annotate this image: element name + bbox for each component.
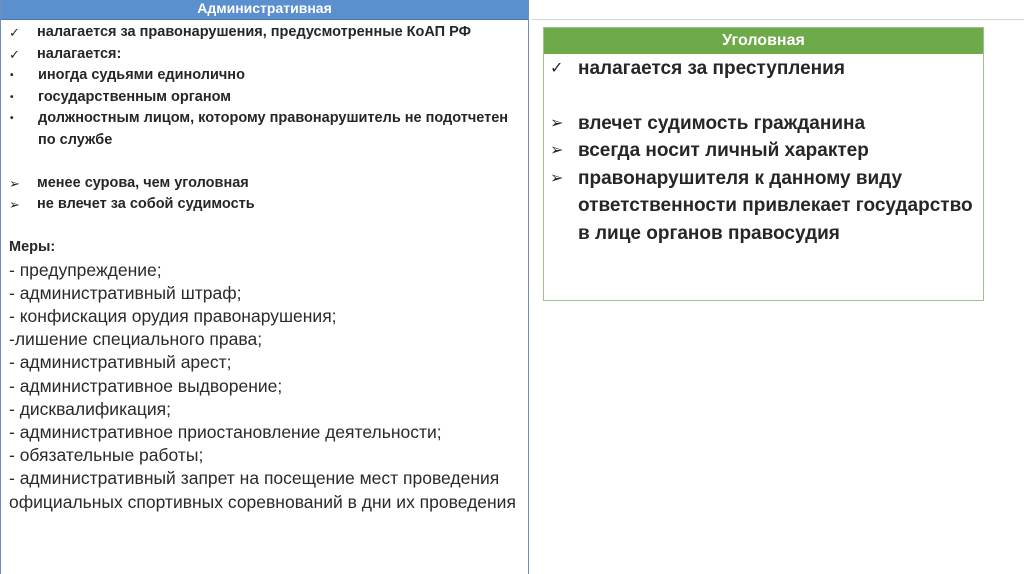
measure-item: - предупреждение; bbox=[9, 259, 162, 280]
dot-item-text: должностным лицом, которому правонарушит… bbox=[38, 110, 509, 148]
arrow-item-text: влечет судимость гражданина bbox=[578, 112, 866, 134]
check-item-text: налагается за правонарушения, предусмотр… bbox=[37, 24, 471, 40]
check-item-text: налагается за преступления bbox=[578, 58, 845, 79]
arrow-bullet-icon: ➢ bbox=[550, 142, 564, 159]
measure-item: - конфискация орудия правонарушения; bbox=[9, 305, 337, 326]
arrow-item-text: не влечет за собой судимость bbox=[37, 196, 255, 212]
checkmark-icon: ✓ bbox=[9, 25, 20, 40]
criminal-body: ✓ налагается за преступления ➢ влечет су… bbox=[544, 54, 983, 247]
arrow-item-personal: ➢ всегда носит личный характер bbox=[550, 137, 975, 165]
arrow-item-less-severe: ➢ менее сурова, чем уголовная bbox=[9, 173, 520, 195]
criminal-header: Уголовная bbox=[544, 28, 983, 54]
arrow-item-text: менее сурова, чем уголовная bbox=[37, 174, 249, 191]
arrow-item-text: правонарушителя к данному виду ответстве… bbox=[578, 167, 973, 244]
measure-item: - дисквалификация; bbox=[9, 398, 171, 419]
arrow-bullet-icon: ➢ bbox=[550, 114, 564, 132]
checkmark-icon: ✓ bbox=[550, 60, 564, 77]
bullet-dot-icon: • bbox=[10, 91, 14, 103]
dot-item-text: государственным органом bbox=[38, 88, 231, 105]
arrow-item-criminal-record: ➢ влечет судимость гражданина bbox=[550, 110, 975, 138]
administrative-panel: Административная ✓ налагается за правона… bbox=[0, 0, 529, 574]
arrow-item-state-justice: ➢ правонарушителя к данному виду ответст… bbox=[550, 165, 975, 248]
checkmark-icon: ✓ bbox=[9, 46, 20, 62]
arrow-item-no-record: ➢ не влечет за собой судимость bbox=[9, 194, 520, 216]
measure-item: - административный арест; bbox=[9, 352, 232, 373]
measure-item: - административное выдворение; bbox=[9, 375, 283, 396]
arrow-bullet-icon: ➢ bbox=[550, 169, 564, 187]
criminal-panel: Уголовная ✓ налагается за преступления ➢… bbox=[543, 27, 984, 301]
administrative-body: ✓ налагается за правонарушения, предусмо… bbox=[1, 20, 528, 514]
measures-title: Меры: bbox=[9, 239, 56, 255]
measure-item: -лишение специального права; bbox=[9, 329, 263, 350]
check-item-imposed: ✓ налагается: bbox=[9, 44, 520, 66]
administrative-header: Административная bbox=[1, 0, 528, 20]
arrow-item-text: всегда носит личный характер bbox=[578, 140, 869, 161]
arrow-bullet-icon: ➢ bbox=[9, 175, 20, 191]
top-divider bbox=[532, 19, 1024, 20]
dot-item-state-body: • государственным органом bbox=[9, 87, 520, 109]
measure-item: - обязательные работы; bbox=[9, 445, 204, 466]
dot-item-text: иногда судьями единолично bbox=[38, 67, 245, 83]
check-item-crimes: ✓ налагается за преступления bbox=[550, 55, 975, 83]
arrow-bullet-icon: ➢ bbox=[9, 197, 20, 212]
measure-item: - административный штраф; bbox=[9, 282, 242, 303]
check-item-text: налагается: bbox=[37, 45, 122, 62]
slide: Административная ✓ налагается за правона… bbox=[0, 0, 1024, 574]
measure-item: - административное приостановление деяте… bbox=[9, 421, 442, 442]
dot-item-judges: • иногда судьями единолично bbox=[9, 65, 520, 87]
dot-item-official: • должностным лицом, которому правонаруш… bbox=[9, 108, 520, 151]
measure-item: - административный запрет на посещение м… bbox=[9, 468, 516, 512]
bullet-dot-icon: • bbox=[10, 113, 14, 124]
check-item-koap: ✓ налагается за правонарушения, предусмо… bbox=[9, 22, 520, 44]
bullet-dot-icon: • bbox=[10, 70, 14, 81]
